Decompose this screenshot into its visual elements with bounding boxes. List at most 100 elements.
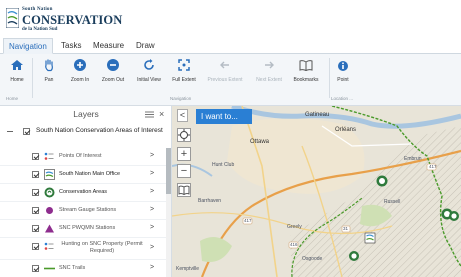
logo-line-3: de la Nation Sud bbox=[22, 27, 58, 32]
logo-mark-icon bbox=[6, 8, 19, 28]
map-label-orleans: Orléans bbox=[335, 127, 357, 133]
collapse-icon[interactable] bbox=[7, 131, 13, 132]
chevron-right-icon[interactable]: > bbox=[150, 152, 154, 159]
highway-shield-417: 417 bbox=[244, 218, 252, 223]
conservation-area-icon bbox=[44, 187, 55, 198]
map-label-russell: Russell bbox=[384, 199, 401, 205]
group-checkbox[interactable] bbox=[23, 128, 30, 135]
menu-icon[interactable] bbox=[145, 111, 154, 118]
layer-item-main-office[interactable]: South Nation Main Office > bbox=[0, 166, 168, 184]
points-icon bbox=[44, 242, 54, 250]
layer-checkbox[interactable] bbox=[32, 171, 39, 178]
hand-icon bbox=[45, 59, 53, 72]
zoom-in-icon bbox=[74, 59, 86, 71]
highway-shield-417-east: 417 bbox=[429, 164, 437, 169]
full-extent-label: Full Extent bbox=[172, 77, 196, 83]
point-label: Point bbox=[337, 77, 349, 83]
purple-dot-icon bbox=[46, 207, 53, 214]
previous-extent-label: Previous Extent bbox=[207, 77, 243, 83]
close-icon[interactable]: × bbox=[159, 108, 164, 120]
group-label-location: Location ... bbox=[331, 96, 354, 101]
map-zoom-in-button[interactable]: + bbox=[177, 147, 191, 161]
logo-line-1: South Nation bbox=[22, 7, 53, 12]
conservation-area-marker[interactable] bbox=[376, 175, 388, 187]
layer-checkbox[interactable] bbox=[32, 265, 39, 272]
locate-button[interactable] bbox=[177, 128, 191, 142]
pan-button[interactable]: Pan bbox=[40, 58, 58, 90]
main-office-marker[interactable] bbox=[364, 232, 376, 244]
layers-scrollbar-thumb[interactable] bbox=[166, 148, 171, 194]
purple-triangle-icon bbox=[45, 224, 54, 233]
chevron-right-icon[interactable]: > bbox=[150, 170, 154, 177]
book-icon bbox=[299, 60, 313, 72]
home-button[interactable]: Home bbox=[6, 58, 28, 90]
tab-measure[interactable]: Measure bbox=[88, 38, 129, 54]
map-label-osgoode: Osgoode bbox=[302, 256, 323, 262]
zoom-out-button[interactable]: Zoom Out bbox=[99, 58, 127, 90]
layer-label: Conservation Areas bbox=[59, 189, 107, 195]
chevron-right-icon[interactable]: > bbox=[150, 206, 154, 213]
logo-line-2: CONSERVATION bbox=[22, 13, 123, 27]
conservation-area-marker[interactable] bbox=[449, 211, 459, 221]
layer-checkbox[interactable] bbox=[32, 189, 39, 196]
layer-label: SNC Trails bbox=[59, 265, 86, 271]
point-button[interactable]: Point bbox=[334, 58, 352, 90]
layer-item-hunting[interactable]: Hunting on SNC Property (Permit Required… bbox=[0, 238, 168, 260]
ribbon-toolbar: Home Pan Zoom In Zoom Out Initial View F… bbox=[0, 54, 461, 106]
layer-label: Points Of Interest bbox=[59, 153, 102, 159]
map-label-greely: Greely bbox=[287, 224, 302, 230]
zoom-in-label: Zoom In bbox=[70, 77, 90, 83]
layer-item-stream-gauge[interactable]: Stream Gauge Stations > bbox=[0, 202, 168, 220]
map-basemap bbox=[172, 106, 461, 277]
layer-label: Hunting on SNC Property (Permit Required… bbox=[61, 241, 143, 254]
layer-item-trails[interactable]: SNC Trails > bbox=[0, 260, 168, 277]
map-zoom-out-button[interactable]: − bbox=[177, 164, 191, 178]
chevron-right-icon[interactable]: > bbox=[150, 264, 154, 271]
layer-checkbox[interactable] bbox=[32, 207, 39, 214]
highway-shield-416: 416 bbox=[290, 242, 298, 247]
layer-label: South Nation Main Office bbox=[59, 171, 121, 177]
snc-logo[interactable]: South Nation CONSERVATION de la Nation S… bbox=[6, 5, 122, 35]
layer-checkbox[interactable] bbox=[32, 153, 39, 160]
bookmarks-button[interactable]: Bookmarks bbox=[289, 58, 323, 90]
layer-item-points-of-interest[interactable]: Points Of Interest > bbox=[0, 148, 168, 166]
full-extent-button[interactable]: Full Extent bbox=[170, 58, 198, 90]
tab-draw[interactable]: Draw bbox=[131, 38, 160, 54]
zoom-in-button[interactable]: Zoom In bbox=[68, 58, 92, 90]
layer-item-pwqmn[interactable]: SNC PWQMN Stations > bbox=[0, 220, 168, 238]
initial-view-button[interactable]: Initial View bbox=[134, 58, 164, 90]
arrow-right-icon bbox=[265, 61, 274, 69]
tab-navigation[interactable]: Navigation bbox=[3, 38, 53, 54]
layer-item-conservation-areas[interactable]: Conservation Areas > bbox=[0, 184, 168, 202]
arrow-left-icon bbox=[220, 61, 229, 69]
ribbon-tabs: Navigation Tasks Measure Draw bbox=[0, 38, 461, 54]
book-icon bbox=[178, 185, 190, 196]
next-extent-button[interactable]: Next Extent bbox=[252, 58, 286, 90]
map-bookmarks-button[interactable] bbox=[177, 183, 191, 197]
map-label-embrun: Embrun bbox=[404, 156, 422, 162]
previous-extent-button[interactable]: Previous Extent bbox=[203, 58, 247, 90]
chevron-right-icon[interactable]: > bbox=[150, 188, 154, 195]
toolbar-divider bbox=[329, 58, 330, 98]
home-label: Home bbox=[10, 77, 24, 83]
map-label-gatineau: Gatineau bbox=[305, 112, 330, 118]
tab-tasks[interactable]: Tasks bbox=[56, 38, 86, 54]
layer-label: SNC PWQMN Stations bbox=[59, 225, 116, 231]
app-header: South Nation CONSERVATION de la Nation S… bbox=[0, 0, 461, 38]
chevron-right-icon[interactable]: > bbox=[150, 244, 154, 251]
map-label-kemptville: Kemptville bbox=[176, 266, 200, 272]
collapse-panel-button[interactable]: < bbox=[177, 109, 188, 122]
i-want-to-button[interactable]: I want to... bbox=[196, 109, 252, 124]
chevron-right-icon[interactable]: > bbox=[150, 224, 154, 231]
crosshair-icon bbox=[178, 129, 190, 141]
layer-checkbox[interactable] bbox=[32, 243, 39, 250]
conservation-area-marker[interactable] bbox=[349, 251, 359, 261]
map-view[interactable]: Gatineau Orléans Ottawa Hunt Club Barrha… bbox=[172, 106, 461, 277]
map-label-ottawa: Ottawa bbox=[250, 139, 270, 145]
refresh-icon bbox=[144, 59, 154, 70]
layer-group-row[interactable]: South Nation Conservation Areas of Inter… bbox=[0, 126, 172, 148]
layer-checkbox[interactable] bbox=[32, 225, 39, 232]
zoom-out-label: Zoom Out bbox=[101, 77, 125, 83]
highway-shield-31: 31 bbox=[343, 226, 349, 231]
zoom-out-icon bbox=[107, 59, 119, 71]
